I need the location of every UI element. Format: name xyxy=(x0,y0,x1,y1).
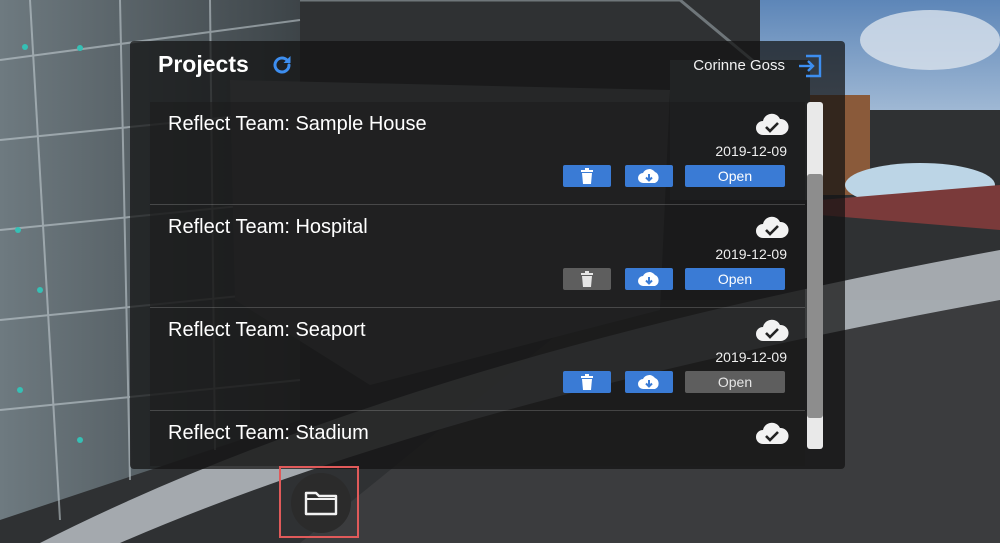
project-date: 2019-12-09 xyxy=(715,349,787,365)
project-date: 2019-12-09 xyxy=(715,143,787,159)
cloud-check-icon xyxy=(755,422,789,446)
project-item: Reflect Team: Sample House 2019-12-09 Op… xyxy=(150,102,805,205)
open-button[interactable]: Open xyxy=(685,371,785,393)
trash-icon xyxy=(581,168,593,184)
refresh-icon-graphic xyxy=(273,56,291,74)
delete-button[interactable] xyxy=(563,268,611,290)
trash-icon xyxy=(581,374,593,390)
sign-out-icon[interactable] xyxy=(797,53,823,79)
folder-icon xyxy=(304,491,338,516)
user-name: Corinne Goss xyxy=(693,57,785,74)
panel-header: Projects Corinne Goss xyxy=(130,41,845,99)
project-name: Reflect Team: Hospital xyxy=(168,216,368,238)
project-date: 2019-12-09 xyxy=(715,246,787,262)
projects-panel: Projects Corinne Goss Reflect Team: Samp… xyxy=(130,41,845,469)
sign-out-icon-graphic xyxy=(799,54,822,78)
project-item: Reflect Team: Stadium xyxy=(150,411,805,466)
project-item: Reflect Team: Seaport 2019-12-09 Open xyxy=(150,308,805,411)
cloud-download-icon xyxy=(638,169,659,183)
delete-button[interactable] xyxy=(563,165,611,187)
open-button[interactable]: Open xyxy=(685,268,785,290)
cloud-download-icon xyxy=(638,375,659,389)
page-title: Projects xyxy=(158,51,249,77)
project-item: Reflect Team: Hospital 2019-12-09 Open xyxy=(150,205,805,308)
download-button[interactable] xyxy=(625,165,673,187)
scroll-thumb[interactable] xyxy=(807,174,823,418)
scrollbar[interactable] xyxy=(807,102,823,449)
trash-icon xyxy=(581,271,593,287)
open-button[interactable]: Open xyxy=(685,165,785,187)
cloud-check-icon xyxy=(755,319,789,343)
delete-button[interactable] xyxy=(563,371,611,393)
project-list[interactable]: Reflect Team: Sample House 2019-12-09 Op… xyxy=(150,102,805,466)
cloud-check-icon xyxy=(755,113,789,137)
cloud-download-icon xyxy=(638,272,659,286)
download-button[interactable] xyxy=(625,268,673,290)
cloud-check-icon xyxy=(755,216,789,240)
download-button[interactable] xyxy=(625,371,673,393)
projects-folder-button[interactable] xyxy=(291,473,351,533)
project-name: Reflect Team: Sample House xyxy=(168,113,427,135)
project-name: Reflect Team: Stadium xyxy=(168,422,369,444)
project-name: Reflect Team: Seaport xyxy=(168,319,366,341)
refresh-icon[interactable] xyxy=(270,53,294,77)
